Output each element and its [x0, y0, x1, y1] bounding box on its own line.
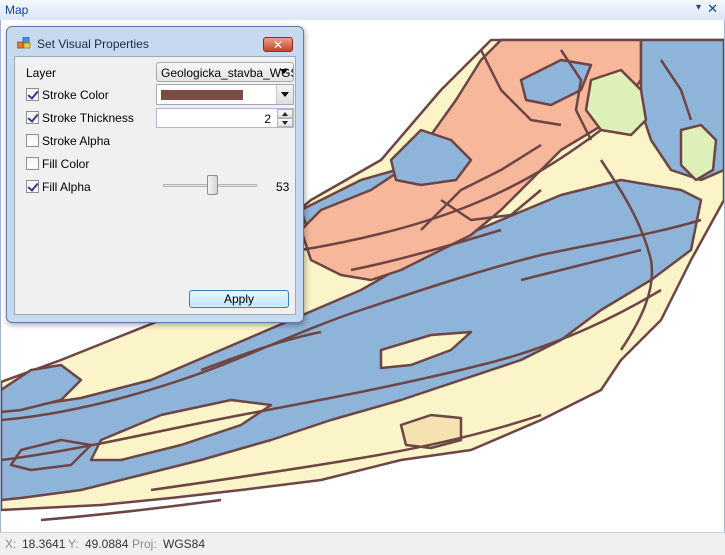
- stroke-thickness-label: Stroke Thickness: [42, 111, 134, 125]
- stroke-color-label: Stroke Color: [42, 88, 109, 102]
- spin-down-icon[interactable]: [277, 118, 293, 127]
- fill-alpha-checkbox[interactable]: [26, 180, 39, 193]
- y-coordinate-value: 49.0884: [85, 537, 129, 551]
- set-visual-properties-dialog: Set Visual Properties ✕ Layer Geologicka…: [6, 26, 304, 323]
- chevron-down-icon[interactable]: [276, 85, 293, 104]
- fill-alpha-label: Fill Alpha: [42, 180, 91, 194]
- stroke-color-swatch: [161, 90, 243, 100]
- stroke-thickness-checkbox[interactable]: [26, 111, 39, 124]
- stroke-color-checkbox[interactable]: [26, 88, 39, 101]
- fill-color-checkbox[interactable]: [26, 157, 39, 170]
- stroke-alpha-checkbox[interactable]: [26, 134, 39, 147]
- close-icon[interactable]: ✕: [707, 1, 718, 17]
- stroke-color-picker[interactable]: [156, 84, 294, 105]
- map-window-titlebar: Map ▾ ✕: [0, 0, 725, 21]
- x-coordinate-value: 18.3641: [22, 537, 66, 551]
- layers-icon: [17, 37, 31, 49]
- map-region-green-2: [679, 123, 718, 182]
- y-coordinate-label: Y:: [68, 537, 79, 551]
- apply-button[interactable]: Apply: [189, 290, 289, 308]
- status-bar: X: 18.3641 Y: 49.0884 Proj: WGS84: [0, 532, 725, 555]
- layer-select-value: Geologicka_stavba_WGS84: [161, 66, 293, 80]
- dialog-title: Set Visual Properties: [37, 37, 149, 51]
- projection-label: Proj:: [132, 537, 157, 551]
- fill-alpha-slider-thumb[interactable]: [207, 175, 219, 195]
- x-coordinate-label: X:: [5, 537, 17, 551]
- layer-select[interactable]: Geologicka_stavba_WGS84: [156, 62, 294, 82]
- stroke-thickness-value: 2: [264, 112, 271, 126]
- dialog-close-button[interactable]: ✕: [263, 37, 293, 52]
- chevron-down-icon: [280, 69, 288, 74]
- projection-value: WGS84: [163, 537, 206, 551]
- stroke-alpha-label: Stroke Alpha: [42, 134, 111, 148]
- window-title: Map: [5, 3, 29, 17]
- layer-label: Layer: [26, 66, 57, 80]
- spin-up-icon[interactable]: [277, 109, 293, 118]
- fill-alpha-value: 53: [276, 180, 290, 194]
- dialog-body: Layer Geologicka_stavba_WGS84 Stroke Col…: [14, 56, 296, 315]
- fill-color-label: Fill Color: [42, 157, 90, 171]
- stroke-thickness-stepper[interactable]: 2: [156, 108, 294, 128]
- pin-dropdown-icon[interactable]: ▾: [696, 2, 701, 13]
